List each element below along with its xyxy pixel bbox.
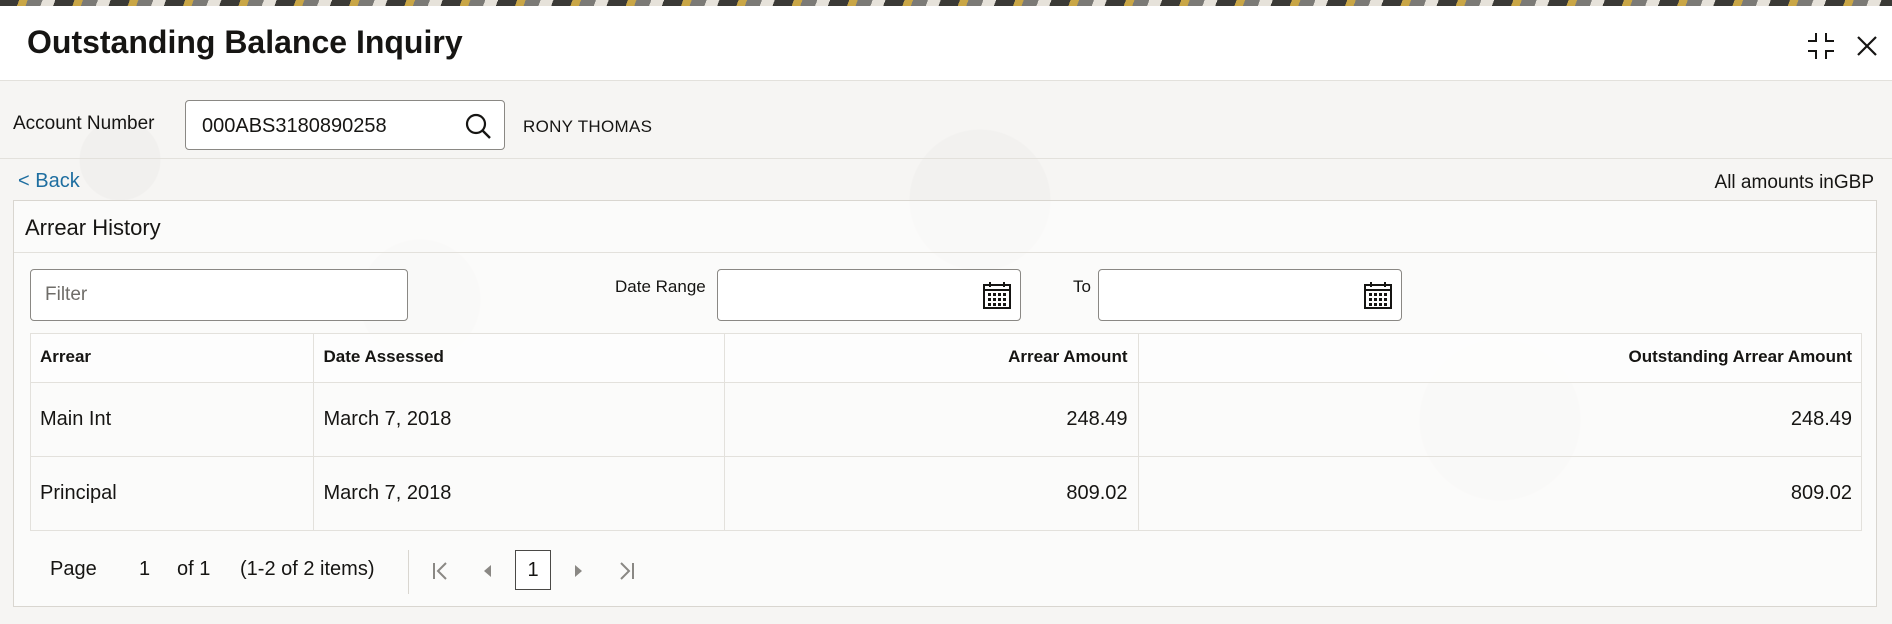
account-holder-name: RONY THOMAS	[523, 117, 653, 136]
page-title: Outstanding Balance Inquiry	[27, 24, 463, 60]
page-count: of 1	[177, 558, 211, 580]
last-page-icon[interactable]	[613, 558, 639, 584]
column-header-outstanding-amount[interactable]: Outstanding Arrear Amount	[1138, 333, 1862, 382]
account-number-field[interactable]: 000ABS3180890258	[185, 100, 505, 150]
cell-arrear-amount: 809.02	[724, 456, 1139, 530]
column-header-arrear-amount[interactable]: Arrear Amount	[724, 333, 1139, 382]
cell-outstanding-amount: 809.02	[1790, 481, 1852, 504]
search-icon[interactable]	[464, 112, 492, 140]
current-page-input[interactable]: 1	[139, 558, 150, 581]
back-link[interactable]: < Back	[18, 170, 80, 193]
cell-outstanding-amount: 248.49	[1790, 407, 1852, 430]
filter-input[interactable]	[30, 269, 408, 321]
table-row[interactable]: Main Int March 7, 2018 248.49 248.49	[30, 382, 1862, 456]
account-search-row: Account Number 000ABS3180890258 RONY THO…	[0, 80, 1892, 159]
account-number-value[interactable]: 000ABS3180890258	[202, 115, 387, 138]
account-number-label: Account Number	[13, 113, 155, 134]
date-to-label: To	[1073, 277, 1091, 296]
cell-arrear-amount: 248.49	[724, 382, 1139, 456]
date-to-field[interactable]	[1098, 269, 1402, 321]
close-icon[interactable]	[1854, 33, 1880, 59]
items-summary: (1-2 of 2 items)	[240, 558, 375, 580]
column-header-arrear[interactable]: Arrear	[30, 333, 314, 382]
calendar-icon[interactable]	[982, 280, 1012, 310]
minimize-icon[interactable]	[1805, 30, 1837, 62]
date-from-field[interactable]	[717, 269, 1021, 321]
calendar-icon[interactable]	[1363, 280, 1393, 310]
column-header-date-assessed[interactable]: Date Assessed	[313, 333, 725, 382]
cell-arrear: Main Int	[30, 382, 314, 456]
first-page-icon[interactable]	[428, 558, 454, 584]
cell-arrear: Principal	[30, 456, 314, 530]
arrear-history-panel: Arrear History Date Range To	[13, 200, 1877, 607]
window-header: Outstanding Balance Inquiry	[0, 6, 1892, 81]
page-label: Page	[50, 558, 97, 580]
arrear-history-table: Arrear Date Assessed Arrear Amount Outst…	[30, 333, 1862, 531]
currency-note: All amounts inGBP	[1714, 172, 1874, 193]
next-page-icon[interactable]	[565, 558, 591, 584]
table-row[interactable]: Principal March 7, 2018 809.02 809.02	[30, 456, 1862, 530]
date-range-label: Date Range	[615, 277, 706, 296]
pagination-bar: Page 1 of 1 (1-2 of 2 items) 1	[30, 546, 730, 596]
panel-header: Arrear History	[14, 201, 1876, 253]
cell-date-assessed: March 7, 2018	[313, 382, 725, 456]
previous-page-icon[interactable]	[475, 558, 501, 584]
page-button-1[interactable]: 1	[515, 550, 551, 590]
cell-date-assessed: March 7, 2018	[313, 456, 725, 530]
table-header-row: Arrear Date Assessed Arrear Amount Outst…	[30, 333, 1862, 382]
panel-title: Arrear History	[25, 215, 161, 240]
pager-divider	[408, 550, 409, 594]
